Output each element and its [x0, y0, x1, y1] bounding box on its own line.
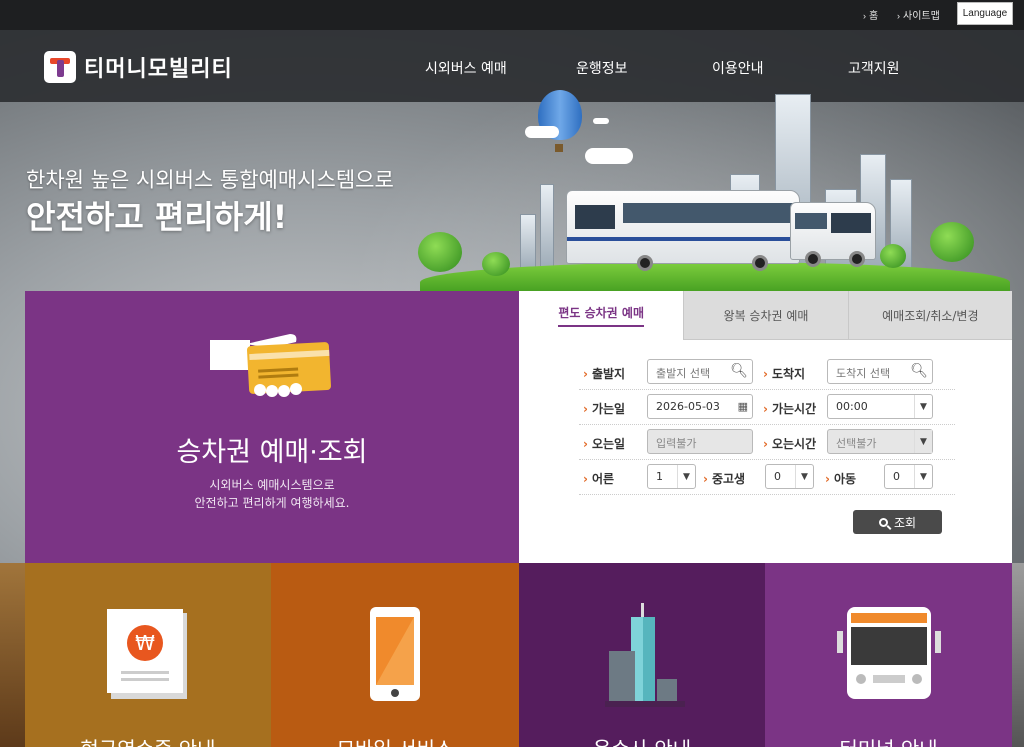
logo-text: 티머니모빌리티 — [84, 57, 233, 82]
arrival-placeholder: 도착지 선택 — [836, 367, 891, 380]
adult-label: 어른 — [583, 470, 614, 487]
form-row-return: 오는일 입력불가 오는시간 선택불가 ▼ — [579, 425, 955, 460]
chevron-down-icon: ▼ — [914, 395, 932, 418]
tab-round-trip[interactable]: 왕복 승차권 예매 — [683, 291, 848, 340]
logo[interactable]: 티머니모빌리티 — [44, 51, 233, 83]
chevron-down-icon: ▼ — [795, 465, 813, 488]
depart-time-value: 00:00 — [836, 400, 868, 413]
nav-operation-info[interactable]: 운행정보 — [576, 58, 628, 78]
arrival-input[interactable]: 도착지 선택 🔍︎ — [827, 359, 933, 384]
credit-card-hand-icon — [210, 334, 331, 397]
bus-front-icon — [837, 607, 941, 699]
form-row-passengers: 어른 1 ▼ 중고생 0 ▼ 아동 0 ▼ — [579, 460, 955, 495]
svg-text:₩: ₩ — [135, 631, 155, 655]
city-bus-illustration — [400, 86, 1024, 296]
teen-count-select[interactable]: 0 ▼ — [765, 464, 814, 489]
language-button[interactable]: Language — [957, 2, 1013, 25]
depart-date-input[interactable]: 2026-05-03 ▦ — [647, 394, 753, 419]
utility-bar: › 홈 › 사이트맵 Language — [0, 0, 1024, 30]
decorative-strip-right — [1012, 563, 1024, 747]
reservation-title: 승차권 예매·조회 — [176, 437, 368, 468]
depart-date-label: 가는일 — [583, 400, 625, 417]
mobile-phone-icon — [370, 607, 420, 701]
tile-mobile-service[interactable]: 모바일 서비스 — [271, 563, 519, 747]
tab-one-way[interactable]: 편도 승차권 예매 — [519, 291, 684, 340]
adult-count-select[interactable]: 1 ▼ — [647, 464, 696, 489]
building-icon — [605, 603, 685, 707]
chevron-down-icon: ▼ — [914, 430, 932, 453]
adult-count-value: 1 — [656, 470, 663, 483]
search-icon: 🔍︎ — [730, 363, 748, 379]
search-button-label: 조회 — [893, 515, 917, 530]
chevron-right-icon: › — [897, 11, 900, 21]
tab-lookup-cancel-change[interactable]: 예매조회/취소/변경 — [847, 291, 1012, 340]
tile-terminal[interactable]: 터미널 안내 — [765, 563, 1012, 747]
bus-icon — [566, 190, 800, 271]
decorative-strip-left — [0, 563, 25, 747]
departure-input[interactable]: 출발지 선택 🔍︎ — [647, 359, 753, 384]
depart-time-label: 가는시간 — [763, 400, 816, 417]
departure-label: 출발지 — [583, 365, 625, 382]
chevron-down-icon: ▼ — [677, 465, 695, 488]
form-row-departure: 가는일 2026-05-03 ▦ 가는시간 00:00 ▼ — [579, 390, 955, 425]
search-button[interactable]: 조회 — [853, 510, 942, 534]
nav-customer-support[interactable]: 고객지원 — [848, 58, 900, 78]
child-label: 아동 — [825, 470, 856, 487]
depart-time-select[interactable]: 00:00 ▼ — [827, 394, 933, 419]
arrival-label: 도착지 — [763, 365, 805, 382]
reservation-description: 시외버스 예매시스템으로 안전하고 편리하게 여행하세요. — [25, 476, 519, 512]
teen-label: 중고생 — [703, 470, 745, 487]
child-count-select[interactable]: 0 ▼ — [884, 464, 933, 489]
chevron-right-icon: › — [863, 11, 866, 21]
tile-bus-company[interactable]: 운수사 안내 — [519, 563, 765, 747]
tile-cash-receipt-label: 현금영수증 안내 — [25, 733, 271, 747]
child-count-value: 0 — [893, 470, 900, 483]
receipt-won-icon: ₩ — [107, 609, 187, 699]
hero-title: 안전하고 편리하게! — [26, 198, 288, 236]
chevron-down-icon: ▼ — [914, 465, 932, 488]
departure-placeholder: 출발지 선택 — [656, 367, 711, 380]
sitemap-link-label: 사이트맵 — [903, 11, 940, 22]
return-time-value: 선택불가 — [836, 437, 877, 450]
nav-intercity-bus-booking[interactable]: 시외버스 예매 — [425, 58, 507, 78]
tile-bus-company-label: 운수사 안내 — [519, 733, 765, 747]
return-time-label: 오는시간 — [763, 435, 816, 452]
return-time-select[interactable]: 선택불가 ▼ — [827, 429, 933, 454]
sitemap-link[interactable]: › 사이트맵 — [897, 7, 940, 22]
tab-one-way-label: 편도 승차권 예매 — [558, 304, 644, 327]
reservation-desc-line2: 안전하고 편리하게 여행하세요. — [194, 496, 350, 510]
calendar-icon: ▦ — [737, 400, 748, 413]
search-icon: 🔍︎ — [910, 363, 928, 379]
return-date-value: 입력불가 — [656, 437, 697, 450]
reservation-desc-line1: 시외버스 예매시스템으로 — [209, 478, 335, 492]
depart-date-value: 2026-05-03 — [656, 400, 720, 413]
search-icon — [878, 517, 888, 527]
tile-cash-receipt[interactable]: ₩ 현금영수증 안내 — [25, 563, 271, 747]
reservation-tabs: 편도 승차권 예매 왕복 승차권 예매 예매조회/취소/변경 — [519, 291, 1012, 340]
return-date-input[interactable]: 입력불가 — [647, 429, 753, 454]
bus-icon — [790, 202, 876, 267]
teen-count-value: 0 — [774, 470, 781, 483]
tile-mobile-service-label: 모바일 서비스 — [271, 733, 519, 747]
return-date-label: 오는일 — [583, 435, 625, 452]
tmoney-logo-icon — [44, 51, 76, 83]
tile-terminal-label: 터미널 안내 — [765, 733, 1012, 747]
hero-subtitle: 한차원 높은 시외버스 통합예매시스템으로 — [26, 168, 394, 192]
nav-usage-guide[interactable]: 이용안내 — [712, 58, 764, 78]
home-link-label: 홈 — [869, 11, 879, 22]
home-link[interactable]: › 홈 — [863, 7, 878, 22]
form-row-stations: 출발지 출발지 선택 🔍︎ 도착지 도착지 선택 🔍︎ — [579, 355, 955, 390]
